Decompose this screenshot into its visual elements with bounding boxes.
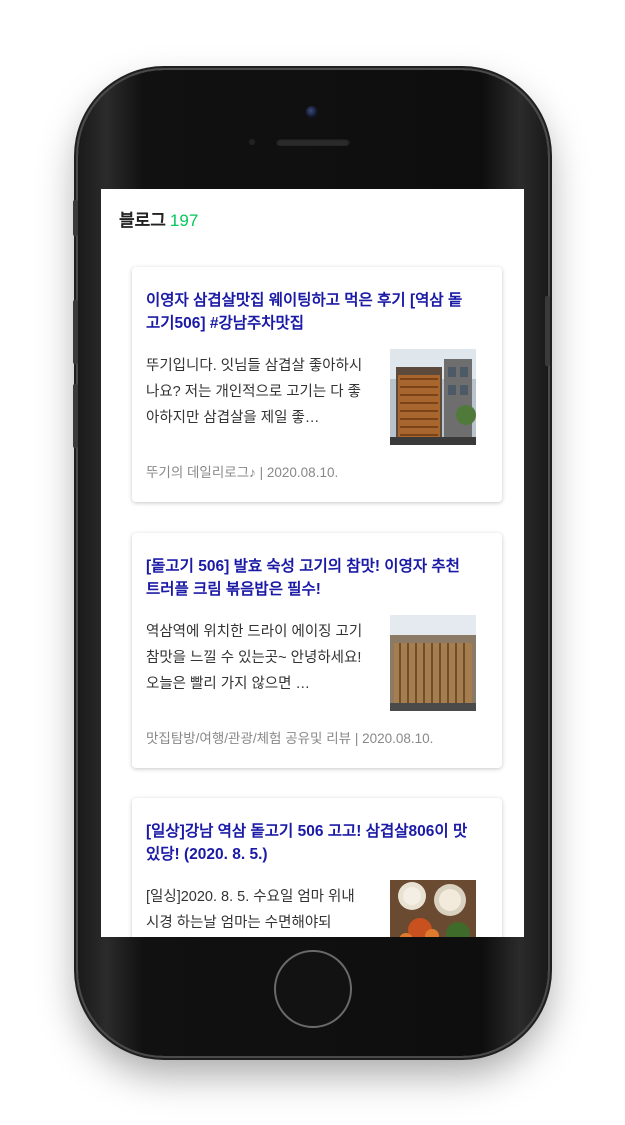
blog-result-count: 197 (169, 211, 199, 230)
blog-section-label: 블로그 (119, 211, 166, 230)
volume-down-button (73, 384, 78, 448)
power-button (545, 296, 550, 366)
blog-section-header: 블로그 197 (119, 206, 198, 231)
proximity-sensor (249, 139, 255, 145)
blog-post-card[interactable]: 이영자 삼겹살맛집 웨이팅하고 먹은 후기 [역삼 돝고기506] #강남주차맛… (132, 267, 502, 502)
phone-screen: 블로그 197 이영자 삼겹살맛집 웨이팅하고 먹은 후기 [역삼 돝고기506]… (101, 189, 524, 937)
restaurant-exterior-image (390, 615, 476, 711)
earpiece-speaker (276, 138, 350, 146)
post-thumbnail[interactable] (390, 880, 476, 937)
post-date: 2020.08.10. (362, 731, 434, 746)
post-meta: 맛집탐방/여행/관광/체험 공유및 리뷰 | 2020.08.10. (146, 731, 434, 746)
post-date: 2020.08.10. (266, 465, 339, 480)
post-thumbnail[interactable] (390, 349, 476, 445)
blog-post-card[interactable]: [일상]강남 역삼 돝고기 506 고고! 삼겹살806이 맛있당! (2020… (132, 798, 502, 937)
blog-name[interactable]: 뚜기의 데일리로그♪ (146, 465, 256, 480)
blog-post-card[interactable]: [돝고기 506] 발효 숙성 고기의 참맛! 이영자 추천 트러플 크림 볶음… (132, 533, 502, 768)
mute-switch (73, 200, 78, 236)
post-description: 역삼역에 위치한 드라이 에이징 고기 참맛을 느낄 수 있는곳~ 안녕하세요!… (146, 624, 363, 692)
post-description: 뚜기입니다. 잇님들 삼겹살 좋아하시나요? 저는 개인적으로 고기는 다 좋아… (146, 358, 363, 426)
front-camera (306, 106, 318, 118)
food-table-image (390, 880, 476, 937)
post-title[interactable]: 이영자 삼겹살맛집 웨이팅하고 먹은 후기 [역삼 돝고기506] #강남주차맛… (146, 289, 476, 335)
blog-name[interactable]: 맛집탐방/여행/관광/체험 공유및 리뷰 (146, 731, 351, 746)
building-facade-image (390, 349, 476, 445)
post-title[interactable]: [돝고기 506] 발효 숙성 고기의 참맛! 이영자 추천 트러플 크림 볶음… (146, 555, 476, 601)
post-title[interactable]: [일상]강남 역삼 돝고기 506 고고! 삼겹살806이 맛있당! (2020… (146, 820, 476, 866)
home-button[interactable] (274, 950, 352, 1028)
post-meta: 뚜기의 데일리로그♪ | 2020.08.10. (146, 465, 339, 480)
post-thumbnail[interactable] (390, 615, 476, 711)
post-description: [일싱]2020. 8. 5. 수요일 엄마 위내시경 하는날 엄마는 수면해야… (146, 889, 355, 931)
volume-up-button (73, 300, 78, 364)
